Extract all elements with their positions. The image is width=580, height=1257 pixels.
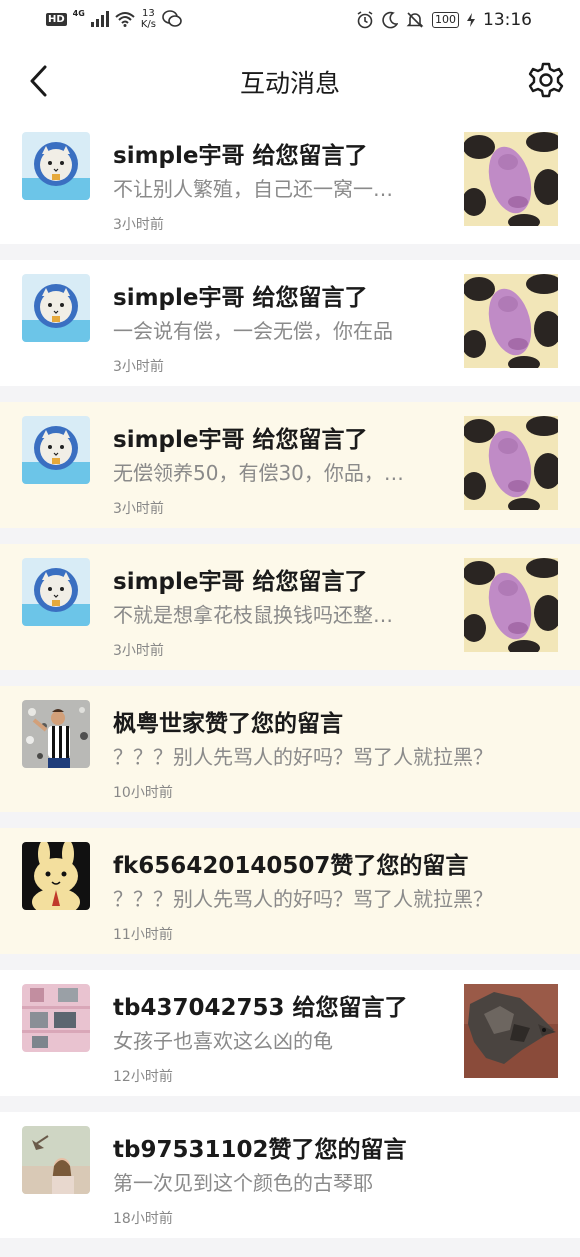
status-left: HD 4G 13 K/s bbox=[46, 8, 182, 30]
message-preview: 女孩子也喜欢这么凶的龟 bbox=[113, 1029, 333, 1053]
message-preview: 无偿领养50，有偿30，你品，… bbox=[113, 461, 404, 485]
cat-astronaut-avatar[interactable] bbox=[22, 558, 90, 626]
message-item[interactable]: simple宇哥 给您留言了 无偿领养50，有偿30，你品，… 3小时前 bbox=[0, 402, 580, 528]
message-title: simple宇哥 给您留言了 bbox=[113, 569, 368, 595]
message-title: 枫粤世家赞了您的留言 bbox=[113, 711, 343, 737]
network-speed: 13 K/s bbox=[141, 8, 156, 30]
pink-toy-thumbnail[interactable] bbox=[464, 132, 558, 226]
page-title: 互动消息 bbox=[239, 69, 340, 98]
cat-astronaut-avatar[interactable] bbox=[22, 416, 90, 484]
message-time: 10小时前 bbox=[113, 785, 173, 801]
charging-icon bbox=[467, 13, 475, 27]
girl-bird-avatar[interactable] bbox=[22, 1126, 90, 1194]
message-preview: 一会说有偿，一会无偿，你在品 bbox=[113, 319, 393, 343]
message-time: 3小时前 bbox=[113, 217, 164, 233]
clock: 13:16 bbox=[483, 10, 532, 30]
message-item[interactable]: tb437042753 给您留言了 女孩子也喜欢这么凶的龟 12小时前 bbox=[0, 970, 580, 1096]
speed-unit: K/s bbox=[140, 19, 156, 30]
wechat-icon bbox=[162, 10, 182, 27]
message-item[interactable]: tb97531102赞了您的留言 第一次见到这个颜色的古琴耶 18小时前 bbox=[0, 1112, 580, 1238]
message-preview: 不让别人繁殖，自己还一窝一… bbox=[113, 177, 393, 201]
message-time: 3小时前 bbox=[113, 359, 164, 375]
message-title: tb437042753 给您留言了 bbox=[113, 995, 408, 1021]
message-list: simple宇哥 给您留言了 不让别人繁殖，自己还一窝一… 3小时前 simpl… bbox=[0, 118, 580, 1238]
gear-icon bbox=[528, 62, 564, 98]
pink-toy-thumbnail[interactable] bbox=[464, 558, 558, 652]
message-time: 11小时前 bbox=[113, 927, 173, 943]
message-time: 3小时前 bbox=[113, 643, 164, 659]
turtle-thumbnail[interactable] bbox=[464, 984, 558, 1078]
message-preview: ？？？别人先骂人的好吗？骂了人就拉黑？ bbox=[113, 745, 493, 769]
cartoon-rabbit-avatar[interactable] bbox=[22, 842, 90, 910]
pink-building-avatar[interactable] bbox=[22, 984, 90, 1052]
message-item[interactable]: simple宇哥 给您留言了 不就是想拿花枝鼠换钱吗还整… 3小时前 bbox=[0, 544, 580, 670]
pink-toy-thumbnail[interactable] bbox=[464, 274, 558, 368]
message-item[interactable]: simple宇哥 给您留言了 一会说有偿，一会无偿，你在品 3小时前 bbox=[0, 260, 580, 386]
message-preview: ？？？别人先骂人的好吗？骂了人就拉黑？ bbox=[113, 887, 493, 911]
message-item[interactable]: 枫粤世家赞了您的留言 ？？？别人先骂人的好吗？骂了人就拉黑？ 10小时前 bbox=[0, 686, 580, 812]
status-bar: HD 4G 13 K/s 100 13:16 bbox=[0, 0, 580, 44]
message-item[interactable]: fk656420140507赞了您的留言 ？？？别人先骂人的好吗？骂了人就拉黑？… bbox=[0, 828, 580, 954]
network-type: 4G bbox=[72, 8, 85, 18]
message-preview: 第一次见到这个颜色的古琴耶 bbox=[113, 1171, 373, 1195]
alarm-icon bbox=[357, 11, 373, 29]
message-preview: 不就是想拿花枝鼠换钱吗还整… bbox=[113, 603, 393, 627]
page-header: 互动消息 bbox=[0, 44, 580, 118]
wifi-icon bbox=[115, 12, 135, 27]
status-right: 100 13:16 bbox=[356, 10, 532, 30]
speed-value: 13 bbox=[142, 8, 155, 19]
cat-astronaut-avatar[interactable] bbox=[22, 132, 90, 200]
pink-toy-thumbnail[interactable] bbox=[464, 416, 558, 510]
soccer-player-avatar[interactable] bbox=[22, 700, 90, 768]
battery-indicator: 100 bbox=[432, 12, 459, 28]
message-item[interactable]: simple宇哥 给您留言了 不让别人繁殖，自己还一窝一… 3小时前 bbox=[0, 118, 580, 244]
signal-icon bbox=[90, 11, 109, 27]
message-title: tb97531102赞了您的留言 bbox=[113, 1137, 407, 1163]
hd-badge: HD bbox=[46, 12, 67, 26]
mute-bell-icon bbox=[406, 12, 424, 28]
message-time: 12小时前 bbox=[113, 1069, 173, 1085]
message-title: simple宇哥 给您留言了 bbox=[113, 427, 368, 453]
cat-astronaut-avatar[interactable] bbox=[22, 274, 90, 342]
message-title: simple宇哥 给您留言了 bbox=[113, 285, 368, 311]
message-title: simple宇哥 给您留言了 bbox=[113, 143, 368, 169]
moon-icon bbox=[382, 11, 398, 29]
settings-button[interactable] bbox=[526, 60, 566, 100]
message-title: fk656420140507赞了您的留言 bbox=[113, 853, 469, 879]
message-time: 3小时前 bbox=[113, 501, 164, 517]
message-time: 18小时前 bbox=[113, 1211, 173, 1227]
